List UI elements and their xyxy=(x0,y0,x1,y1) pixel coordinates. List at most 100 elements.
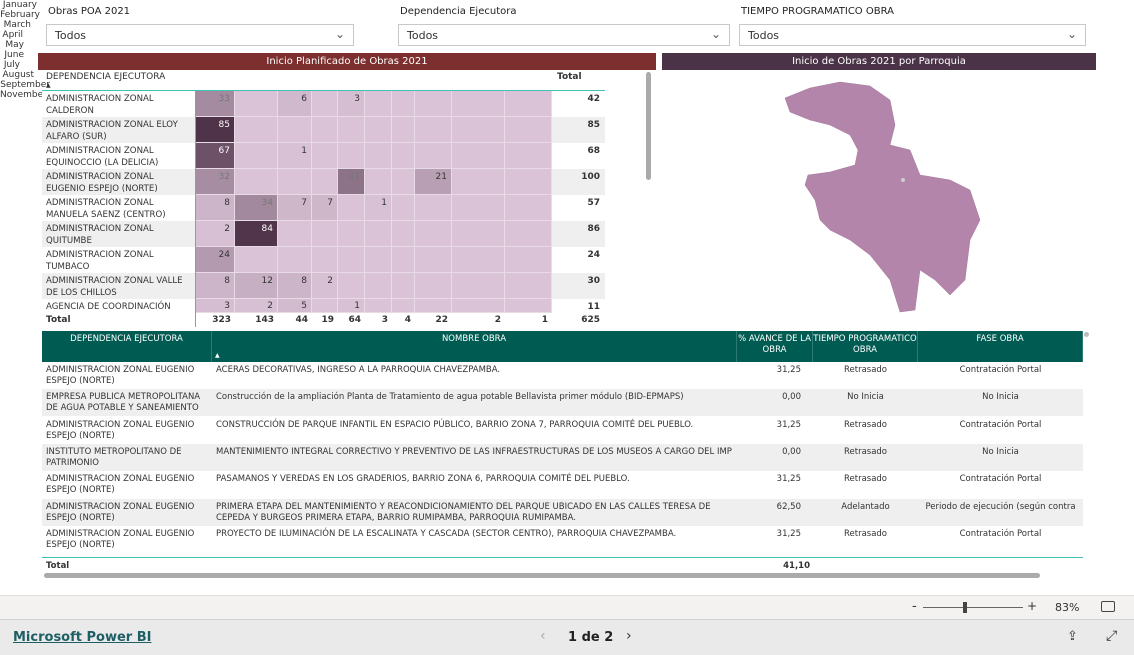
matrix-cell[interactable] xyxy=(392,273,415,299)
matrix-cell[interactable] xyxy=(452,143,505,169)
zoom-in-button[interactable]: + xyxy=(1027,599,1037,613)
matrix-cell[interactable]: 8 xyxy=(278,273,312,299)
next-page-button[interactable]: › xyxy=(626,628,632,644)
matrix-cell[interactable] xyxy=(415,221,452,247)
matrix-cell[interactable] xyxy=(278,247,312,273)
table-horizontal-scrollbar[interactable] xyxy=(44,573,1040,578)
share-icon[interactable]: ⇪ xyxy=(1067,629,1078,644)
matrix-cell[interactable] xyxy=(392,169,415,195)
matrix-col-header-january[interactable]: January xyxy=(0,0,40,10)
matrix-scrollbar[interactable] xyxy=(646,72,651,180)
matrix-col-header-april[interactable]: April xyxy=(0,30,26,40)
matrix-cell[interactable] xyxy=(452,195,505,221)
matrix-cell[interactable]: 33 xyxy=(195,91,235,117)
zoom-slider[interactable] xyxy=(923,607,1023,608)
matrix-cell[interactable] xyxy=(392,299,415,313)
matrix-cell[interactable] xyxy=(392,117,415,143)
zoom-slider-thumb[interactable] xyxy=(963,602,967,613)
matrix-cell[interactable]: 5 xyxy=(278,299,312,313)
table-col-header[interactable]: TIEMPO PROGRAMATICO OBRA xyxy=(813,331,918,362)
matrix-cell[interactable] xyxy=(312,117,338,143)
matrix-col-header-july[interactable]: July xyxy=(0,60,23,70)
matrix-cell[interactable] xyxy=(312,299,338,313)
matrix-cell[interactable] xyxy=(235,247,278,273)
matrix-cell[interactable] xyxy=(338,247,365,273)
prev-page-button[interactable]: ‹ xyxy=(540,628,546,644)
matrix-col-header-november[interactable]: November xyxy=(0,90,47,100)
map-region[interactable] xyxy=(784,81,981,313)
table-col-header[interactable]: NOMBRE OBRA xyxy=(212,331,737,362)
matrix-cell[interactable] xyxy=(365,247,392,273)
matrix-row-label[interactable]: ADMINISTRACION ZONAL TUMBACO xyxy=(42,247,195,273)
parroquia-map[interactable] xyxy=(770,80,990,315)
matrix-cell[interactable] xyxy=(312,169,338,195)
matrix-cell[interactable]: 8 xyxy=(195,273,235,299)
matrix-cell[interactable] xyxy=(278,221,312,247)
matrix-cell[interactable]: 6 xyxy=(278,91,312,117)
fullscreen-icon[interactable]: ⤢ xyxy=(1106,628,1117,644)
matrix-cell[interactable] xyxy=(392,143,415,169)
matrix-cell[interactable] xyxy=(392,195,415,221)
matrix-cell[interactable]: 3 xyxy=(338,91,365,117)
matrix-cell[interactable] xyxy=(235,91,278,117)
matrix-row-label[interactable]: ADMINISTRACION ZONAL MANUELA SAENZ (CENT… xyxy=(42,195,195,221)
power-bi-link[interactable]: Microsoft Power BI xyxy=(13,630,151,645)
matrix-row-label[interactable]: ADMINISTRACION ZONAL ELOY ALFARO (SUR) xyxy=(42,117,195,143)
matrix-cell[interactable] xyxy=(452,221,505,247)
matrix-col-header-august[interactable]: August xyxy=(0,70,37,80)
matrix-cell[interactable]: 21 xyxy=(415,169,452,195)
slicer-dropdown[interactable]: Todos ⌄ xyxy=(739,24,1086,46)
matrix-cell[interactable] xyxy=(365,299,392,313)
matrix-cell[interactable] xyxy=(505,221,552,247)
slicer-dropdown[interactable]: Todos ⌄ xyxy=(46,24,354,46)
matrix-cell[interactable] xyxy=(415,117,452,143)
matrix-cell[interactable]: 34 xyxy=(235,195,278,221)
matrix-cell[interactable]: 84 xyxy=(235,221,278,247)
matrix-cell[interactable] xyxy=(338,117,365,143)
matrix-cell[interactable] xyxy=(365,91,392,117)
matrix-cell[interactable] xyxy=(338,221,365,247)
matrix-col-header-june[interactable]: June xyxy=(0,50,27,60)
matrix-cell[interactable]: 7 xyxy=(312,195,338,221)
matrix-cell[interactable]: 24 xyxy=(195,247,235,273)
matrix-row-label[interactable]: ADMINISTRACION ZONAL VALLE DE LOS CHILLO… xyxy=(42,273,195,299)
matrix-cell[interactable] xyxy=(338,195,365,221)
matrix-cell[interactable]: 1 xyxy=(338,299,365,313)
matrix-cell[interactable] xyxy=(392,91,415,117)
matrix-cell[interactable]: 2 xyxy=(235,299,278,313)
matrix-cell[interactable] xyxy=(278,117,312,143)
matrix-cell[interactable]: 8 xyxy=(195,195,235,221)
table-col-header[interactable]: DEPENDENCIA EJECUTORA xyxy=(42,331,212,362)
matrix-cell[interactable] xyxy=(452,91,505,117)
matrix-cell[interactable] xyxy=(235,169,278,195)
matrix-col-header-may[interactable]: May xyxy=(0,40,27,50)
matrix-cell[interactable] xyxy=(235,143,278,169)
table-col-header[interactable]: % AVANCE DE LA OBRA xyxy=(737,331,813,362)
table-col-header[interactable]: FASE OBRA xyxy=(918,331,1083,362)
matrix-cell[interactable] xyxy=(415,247,452,273)
matrix-cell[interactable] xyxy=(312,247,338,273)
matrix-cell[interactable] xyxy=(312,91,338,117)
matrix-cell[interactable] xyxy=(415,91,452,117)
matrix-row-header[interactable]: DEPENDENCIA EJECUTORA xyxy=(46,72,165,82)
matrix-cell[interactable]: 2 xyxy=(195,221,235,247)
matrix-cell[interactable] xyxy=(365,117,392,143)
matrix-cell[interactable]: 7 xyxy=(278,195,312,221)
matrix-cell[interactable] xyxy=(505,195,552,221)
matrix-cell[interactable] xyxy=(415,143,452,169)
matrix-cell[interactable] xyxy=(365,273,392,299)
matrix-cell[interactable] xyxy=(392,221,415,247)
matrix-row-label[interactable]: ADMINISTRACION ZONAL EUGENIO ESPEJO (NOR… xyxy=(42,169,195,195)
matrix-cell[interactable] xyxy=(312,143,338,169)
matrix-cell[interactable] xyxy=(365,143,392,169)
matrix-cell[interactable] xyxy=(452,117,505,143)
fit-to-page-icon[interactable] xyxy=(1101,601,1115,612)
matrix-cell[interactable] xyxy=(452,169,505,195)
matrix-cell[interactable] xyxy=(415,195,452,221)
matrix-cell[interactable] xyxy=(392,247,415,273)
matrix-cell[interactable] xyxy=(505,117,552,143)
matrix-cell[interactable]: 85 xyxy=(195,117,235,143)
matrix-col-header-total[interactable]: Total xyxy=(557,72,582,82)
matrix-cell[interactable] xyxy=(338,273,365,299)
matrix-cell[interactable] xyxy=(235,117,278,143)
